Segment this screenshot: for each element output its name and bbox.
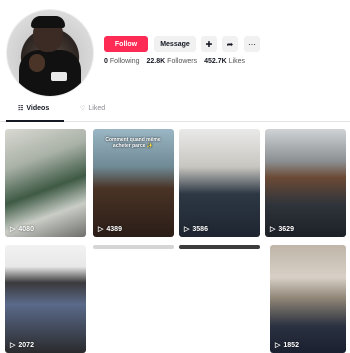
following-count: 0 (104, 58, 108, 65)
follow-button[interactable]: Follow (104, 36, 148, 52)
view-count-value: 3629 (278, 225, 294, 233)
tab-videos[interactable]: ☷ Videos (18, 105, 49, 112)
view-count: ▷ 4389 (98, 225, 122, 234)
profile-stats: 0 Following 22.8K Followers 452.7K Likes (104, 58, 245, 65)
video-tile[interactable]: ▷ 3629 (265, 129, 346, 237)
more-button[interactable]: ⋯ (244, 36, 260, 52)
view-count: ▷ 4080 (10, 225, 34, 234)
profile-avatar[interactable] (6, 9, 94, 97)
view-count: ▷ 1852 (275, 341, 299, 350)
avatar-jacket (19, 50, 81, 96)
view-count-value: 1852 (283, 341, 299, 349)
following-stat[interactable]: 0 Following (104, 58, 139, 65)
view-count: ▷ 3586 (184, 225, 208, 234)
video-tile[interactable]: ▷ 4080 (5, 129, 86, 237)
video-tile-loading[interactable] (93, 245, 174, 249)
avatar-hand (29, 54, 45, 72)
message-button[interactable]: Message (154, 36, 196, 52)
share-button[interactable]: ➦ (222, 36, 238, 52)
grid-icon: ☷ (18, 106, 24, 112)
more-icon: ⋯ (248, 39, 256, 49)
view-count-value: 4389 (106, 225, 122, 233)
share-icon: ➦ (226, 39, 234, 49)
view-count: ▷ 3629 (270, 225, 294, 234)
video-caption: Comment quand même acheter parce ✨ (105, 137, 161, 149)
followers-count: 22.8K (146, 58, 166, 65)
play-icon: ▷ (10, 342, 16, 349)
tab-liked-label: Liked (88, 105, 106, 112)
heart-outline-icon: ♡ (80, 106, 86, 112)
view-count: ▷ 2072 (10, 341, 34, 350)
play-icon: ▷ (275, 342, 281, 349)
avatar-jacket-patch (51, 72, 67, 81)
avatar-cap (31, 16, 65, 28)
video-tile[interactable]: Comment quand même acheter parce ✨ ▷ 4389 (93, 129, 174, 237)
likes-count: 452.7K (204, 58, 227, 65)
view-count-value: 2072 (18, 341, 34, 349)
add-user-icon: ✚ (205, 39, 213, 49)
likes-label: Likes (228, 58, 246, 65)
play-icon: ▷ (184, 226, 190, 233)
video-tile[interactable]: ▷ 2072 (5, 245, 86, 353)
followers-label: Followers (167, 58, 198, 65)
view-count-value: 3586 (192, 225, 208, 233)
play-icon: ▷ (10, 226, 16, 233)
followers-stat[interactable]: 22.8K Followers (146, 58, 197, 65)
add-friend-button[interactable]: ✚ (201, 36, 217, 52)
likes-stat: 452.7K Likes (204, 58, 245, 65)
tab-videos-label: Videos (26, 105, 50, 112)
view-count-value: 4080 (18, 225, 34, 233)
video-tile-loading[interactable] (179, 245, 260, 249)
play-icon: ▷ (270, 226, 276, 233)
profile-tabs: ☷ Videos ♡ Liked (0, 103, 350, 122)
following-label: Following (109, 58, 140, 65)
active-tab-indicator (6, 120, 64, 122)
video-tile[interactable]: ▷ 1852 (270, 245, 346, 353)
tab-liked[interactable]: ♡ Liked (80, 105, 105, 112)
video-tile[interactable]: ▷ 3586 (179, 129, 260, 237)
play-icon: ▷ (98, 226, 104, 233)
